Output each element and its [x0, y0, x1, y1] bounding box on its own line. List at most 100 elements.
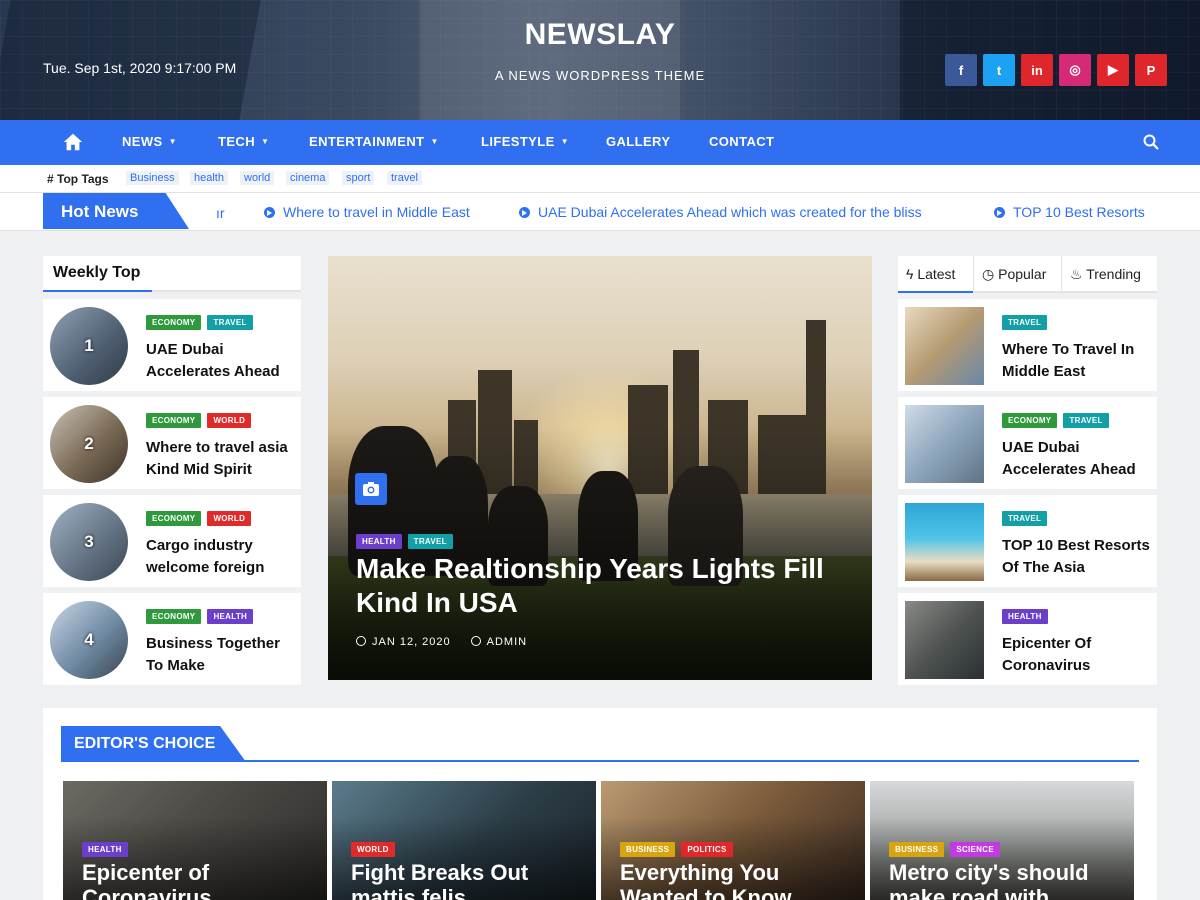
category-badge[interactable]: BUSINESS	[889, 842, 945, 857]
tag-business[interactable]: Business	[126, 171, 179, 185]
post-badges: ECONOMY HEALTH	[146, 609, 254, 624]
latest-item[interactable]: TRAVEL Where To Travel In Middle East	[898, 299, 1157, 391]
post-thumbnail[interactable]: 3	[50, 503, 128, 581]
featured-post[interactable]: HEALTH TRAVEL Make Realtionship Years Lig…	[328, 256, 872, 680]
latest-item[interactable]: ECONOMY TRAVEL UAE Dubai Accelerates Ahead	[898, 397, 1157, 489]
tab-trending[interactable]: ♨ Trending	[1061, 256, 1157, 293]
post-title[interactable]: UAE Dubai Accelerates Ahead	[1002, 437, 1152, 481]
weekly-top-item[interactable]: 3 ECONOMY WORLD Cargo industry welcome fore…	[43, 495, 301, 587]
post-badges: ECONOMY WORLD	[146, 511, 252, 526]
hot-news-fragment[interactable]: ır	[216, 205, 225, 221]
hero-title[interactable]: Make Realtionship Years Lights Fill Kind…	[356, 552, 856, 620]
weekly-top-item[interactable]: 1 ECONOMY TRAVEL UAE Dubai Accelerates Ahea…	[43, 299, 301, 391]
pinterest-icon[interactable]: P	[1135, 54, 1167, 86]
site-title[interactable]: NEWSLAY	[0, 18, 1200, 52]
tag-travel[interactable]: travel	[387, 171, 422, 185]
category-badge[interactable]: TRAVEL	[407, 534, 453, 549]
category-badge[interactable]: ECONOMY	[146, 413, 202, 428]
search-icon[interactable]	[1143, 134, 1159, 150]
instagram-icon[interactable]: ◎	[1059, 54, 1091, 86]
post-badges: BUSINESS SCIENCE	[889, 842, 1000, 857]
tag-world[interactable]: world	[240, 171, 275, 185]
hero-author[interactable]: ADMIN	[470, 636, 527, 648]
home-icon[interactable]	[62, 131, 84, 153]
post-thumbnail[interactable]	[905, 601, 984, 679]
hot-news-item[interactable]: Where to travel in Middle East	[264, 204, 470, 220]
editors-choice-card[interactable]: BUSINESS POLITICS Everything You Wanted to…	[601, 781, 865, 900]
nav-item-lifestyle[interactable]: LIFESTYLE ▼	[481, 134, 569, 149]
category-badge[interactable]: ECONOMY	[146, 315, 202, 330]
post-thumbnail[interactable]	[905, 503, 984, 581]
nav-item-contact[interactable]: CONTACT	[709, 134, 774, 149]
post-thumbnail[interactable]: 2	[50, 405, 128, 483]
tag-cinema[interactable]: cinema	[286, 171, 330, 185]
post-title[interactable]: Cargo industry welcome foreign	[146, 535, 296, 579]
category-badge[interactable]: WORLD	[207, 413, 252, 428]
weekly-top-title: Weekly Top	[53, 264, 141, 281]
facebook-icon[interactable]: f	[945, 54, 977, 86]
category-badge[interactable]: SCIENCE	[950, 842, 1000, 857]
category-badge[interactable]: WORLD	[351, 842, 395, 857]
editors-choice-card[interactable]: BUSINESS SCIENCE Metro city's should make …	[870, 781, 1134, 900]
tab-latest[interactable]: ϟ Latest	[898, 256, 973, 293]
tab-popular[interactable]: ◷ Popular	[973, 256, 1061, 293]
category-badge[interactable]: HEALTH	[82, 842, 128, 857]
youtube-icon[interactable]: ▶	[1097, 54, 1129, 86]
category-badge[interactable]: POLITICS	[681, 842, 733, 857]
post-badges: BUSINESS POLITICS	[620, 842, 733, 857]
post-title[interactable]: TOP 10 Best Resorts Of The Asia	[1002, 535, 1152, 579]
twitter-icon[interactable]: t	[983, 54, 1015, 86]
site-header: Tue. Sep 1st, 2020 9:17:00 PM NEWSLAY A …	[0, 0, 1200, 120]
post-badges: HEALTH	[1002, 609, 1048, 624]
category-badge[interactable]: HEALTH	[356, 534, 402, 549]
editors-choice-card[interactable]: HEALTH Epicenter of Coronavirus	[63, 781, 327, 900]
post-thumbnail[interactable]: 1	[50, 307, 128, 385]
post-thumbnail[interactable]	[905, 307, 984, 385]
category-badge[interactable]: TRAVEL	[1002, 511, 1048, 526]
post-thumbnail[interactable]	[905, 405, 984, 483]
hero-date[interactable]: JAN 12, 2020	[356, 636, 451, 648]
post-title[interactable]: Where To Travel In Middle East	[1002, 339, 1152, 383]
tag-health[interactable]: health	[190, 171, 228, 185]
chevron-down-icon: ▼	[430, 137, 439, 146]
category-badge[interactable]: ECONOMY	[146, 609, 202, 624]
rank-number: 3	[84, 532, 94, 551]
latest-item[interactable]: TRAVEL TOP 10 Best Resorts Of The Asia	[898, 495, 1157, 587]
hot-news-item[interactable]: TOP 10 Best Resorts	[994, 204, 1145, 220]
linkedin-icon[interactable]: in	[1021, 54, 1053, 86]
category-badge[interactable]: ECONOMY	[1002, 413, 1058, 428]
post-title[interactable]: Fight Breaks Out mattis felis	[351, 860, 591, 900]
post-title[interactable]: Epicenter of Coronavirus	[82, 860, 322, 900]
category-badge[interactable]: HEALTH	[207, 609, 254, 624]
category-badge[interactable]: TRAVEL	[207, 315, 253, 330]
user-icon	[470, 636, 481, 646]
post-title[interactable]: Everything You Wanted to Know	[620, 860, 860, 900]
category-badge[interactable]: ECONOMY	[146, 511, 202, 526]
nav-item-gallery[interactable]: GALLERY	[606, 134, 670, 149]
post-badges: TRAVEL	[1002, 511, 1048, 526]
sidebar-tabs: ϟ Latest ◷ Popular ♨ Trending	[898, 256, 1157, 293]
post-title[interactable]: UAE Dubai Accelerates Ahead	[146, 339, 296, 383]
post-thumbnail[interactable]: 4	[50, 601, 128, 679]
top-tags-bar: # Top Tags Business health world cinema …	[0, 165, 1200, 193]
category-badge[interactable]: TRAVEL	[1063, 413, 1109, 428]
editors-choice-card[interactable]: WORLD Fight Breaks Out mattis felis	[332, 781, 596, 900]
chevron-down-icon: ▼	[168, 137, 177, 146]
nav-item-entertainment[interactable]: ENTERTAINMENT ▼	[309, 134, 439, 149]
category-badge[interactable]: WORLD	[207, 511, 252, 526]
category-badge[interactable]: BUSINESS	[620, 842, 676, 857]
nav-item-news[interactable]: NEWS ▼	[122, 134, 177, 149]
weekly-top-item[interactable]: 4 ECONOMY HEALTH Business Together To Make	[43, 593, 301, 685]
post-title[interactable]: Where to travel asia Kind Mid Spirit	[146, 437, 296, 481]
weekly-top-item[interactable]: 2 ECONOMY WORLD Where to travel asia Kind M…	[43, 397, 301, 489]
category-badge[interactable]: TRAVEL	[1002, 315, 1048, 330]
post-title[interactable]: Metro city's should make road with	[889, 860, 1129, 900]
latest-item[interactable]: HEALTH Epicenter Of Coronavirus	[898, 593, 1157, 685]
hot-news-item[interactable]: UAE Dubai Accelerates Ahead which was cr…	[519, 204, 922, 220]
nav-item-tech[interactable]: TECH ▼	[218, 134, 269, 149]
tag-sport[interactable]: sport	[342, 171, 375, 185]
post-title[interactable]: Epicenter Of Coronavirus	[1002, 633, 1152, 677]
post-title[interactable]: Business Together To Make	[146, 633, 296, 677]
main-nav: NEWS ▼ TECH ▼ ENTERTAINMENT ▼ LIFESTYLE ▼ GA…	[0, 120, 1200, 165]
category-badge[interactable]: HEALTH	[1002, 609, 1048, 624]
